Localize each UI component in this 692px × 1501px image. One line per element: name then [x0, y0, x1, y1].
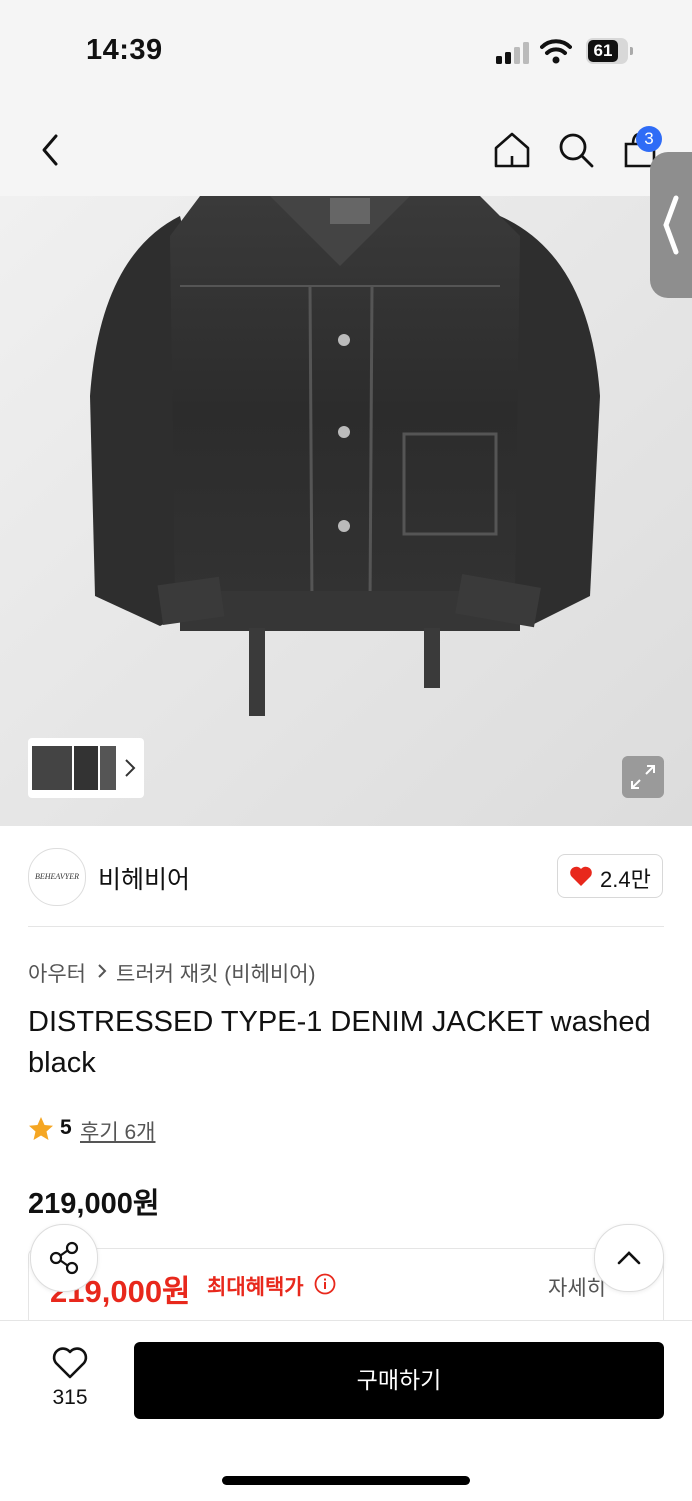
chevron-right-icon: [98, 964, 107, 978]
share-icon: [49, 1241, 79, 1275]
brand-logo[interactable]: BEHEAVYER: [28, 848, 86, 906]
share-button[interactable]: [30, 1224, 98, 1292]
home-icon[interactable]: [492, 130, 532, 170]
expand-icon[interactable]: [622, 756, 664, 798]
wish-count: 315: [52, 1386, 88, 1409]
scroll-top-button[interactable]: [594, 1224, 664, 1292]
search-icon[interactable]: [556, 130, 596, 170]
product-price: 219,000원: [28, 1188, 160, 1220]
brand-like-count: 2.4만: [600, 867, 651, 892]
battery-level: 61: [593, 41, 613, 60]
buy-button[interactable]: 구매하기: [134, 1342, 664, 1419]
product-image[interactable]: [0, 196, 692, 826]
side-drawer-tab[interactable]: [650, 152, 692, 298]
divider: [28, 926, 664, 927]
chevron-left-icon: [663, 195, 679, 255]
wifi-icon: [540, 39, 572, 64]
heart-outline-icon[interactable]: [52, 1346, 88, 1380]
product-title: DISTRESSED TYPE-1 DENIM JACKET washed bl…: [28, 1006, 651, 1079]
image-thumbnail-strip[interactable]: [28, 738, 144, 798]
heart-filled-icon: [570, 866, 592, 886]
home-indicator: [222, 1476, 470, 1485]
star-icon: [29, 1117, 53, 1140]
cart-count-badge: 3: [636, 126, 662, 152]
status-time: 14:39: [86, 34, 163, 66]
brand-name[interactable]: 비헤비어: [98, 860, 190, 896]
back-arrow-icon[interactable]: [36, 130, 64, 170]
denim-jacket-image: [0, 196, 692, 826]
review-count-link[interactable]: 후기 6개: [80, 1116, 155, 1146]
chevron-up-icon: [617, 1251, 641, 1265]
battery-icon: 61: [586, 38, 634, 64]
info-icon[interactable]: [314, 1273, 336, 1295]
breadcrumb-category[interactable]: 아우터: [28, 958, 86, 988]
breadcrumb-subcategory[interactable]: 트러커 재킷 (비헤비어): [116, 958, 316, 988]
rating-score: 5: [60, 1116, 72, 1139]
benefit-label: 최대혜택가: [207, 1276, 304, 1299]
cellular-signal-icon: [496, 42, 529, 64]
